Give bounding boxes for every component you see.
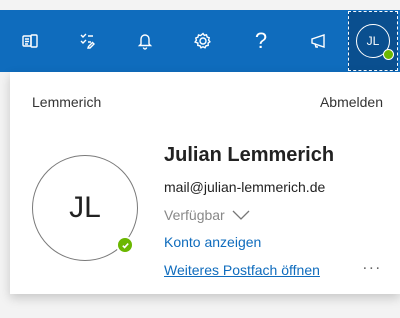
account-manager-button[interactable]: JL: [348, 11, 398, 71]
profile-name: Julian Lemmerich: [164, 144, 335, 166]
tasks-icon[interactable]: [67, 10, 107, 72]
avatar-initials: JL: [366, 34, 380, 48]
bell-icon[interactable]: [125, 10, 165, 72]
megaphone-icon[interactable]: [299, 10, 339, 72]
profile-avatar[interactable]: JL: [32, 155, 138, 261]
presence-status-label: Verfügbar: [164, 207, 225, 223]
presence-status-dropdown[interactable]: Verfügbar: [164, 207, 251, 223]
help-glyph: ?: [254, 28, 268, 53]
chevron-down-icon: [232, 210, 250, 220]
sign-out-button[interactable]: Abmelden: [320, 94, 383, 110]
presence-available-icon: [383, 49, 394, 60]
profile-initials: JL: [69, 191, 101, 224]
presence-available-icon: [116, 236, 134, 254]
settings-icon[interactable]: [183, 10, 223, 72]
help-icon[interactable]: ?: [241, 10, 281, 72]
profile-email: mail@julian-lemmerich.de: [164, 179, 326, 195]
avatar: JL: [356, 24, 394, 60]
view-account-link[interactable]: Konto anzeigen: [164, 234, 261, 250]
open-another-mailbox-link[interactable]: Weiteres Postfach öffnen: [164, 262, 320, 278]
account-panel: Lemmerich Abmelden JL Julian Lemmerich m…: [10, 72, 400, 294]
top-toolbar: ?: [0, 10, 400, 72]
tenant-name: Lemmerich: [32, 94, 102, 110]
office-apps-icon[interactable]: [10, 10, 50, 72]
more-options-button[interactable]: ...: [363, 256, 382, 274]
